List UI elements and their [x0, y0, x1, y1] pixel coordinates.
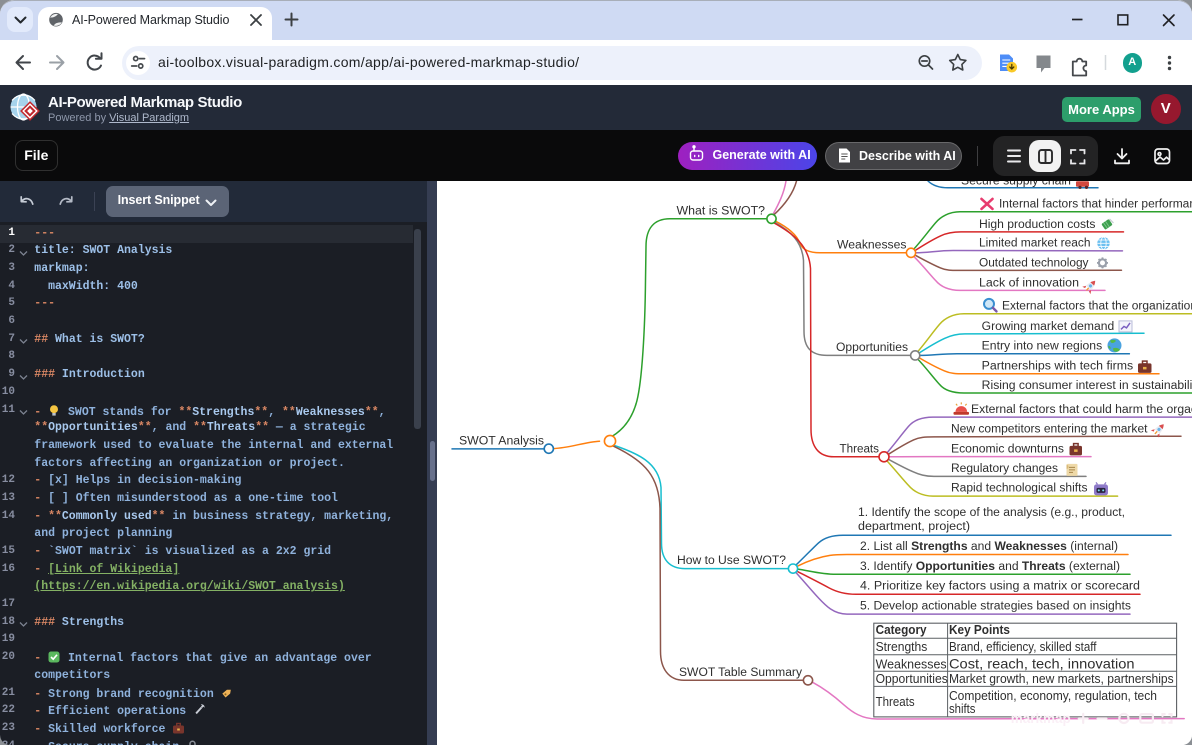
- svg-text:Secure supply chain: Secure supply chain: [961, 181, 1071, 187]
- svg-text:Competition, economy, regulati: Competition, economy, regulation, tech: [949, 688, 1157, 702]
- svg-text:3. Identify Opportunities and: 3. Identify Opportunities and Threats (e…: [860, 559, 1120, 573]
- svg-text:What is SWOT?: What is SWOT?: [677, 203, 766, 217]
- svg-text:Strengths: Strengths: [876, 639, 928, 653]
- svg-text:Key Points: Key Points: [949, 623, 1010, 637]
- svg-text:Opportunities: Opportunities: [836, 340, 908, 354]
- svg-text:SWOT Analysis: SWOT Analysis: [459, 433, 544, 447]
- svg-text:Threats: Threats: [876, 694, 915, 708]
- svg-text:1. Identify the scope of the a: 1. Identify the scope of the analysis (e…: [858, 505, 1125, 519]
- svg-text:shifts: shifts: [949, 702, 975, 716]
- svg-text:Economic downturns: Economic downturns: [951, 441, 1064, 455]
- svg-text:External factors that could ha: External factors that could harm the org…: [971, 402, 1192, 416]
- svg-text:Opportunities: Opportunities: [876, 671, 948, 685]
- svg-text:High production costs: High production costs: [979, 216, 1095, 230]
- svg-text:Partnerships with tech firms: Partnerships with tech firms: [982, 358, 1133, 372]
- svg-text:Category: Category: [876, 623, 927, 637]
- svg-text:Market growth, new markets, pa: Market growth, new markets, partnerships: [949, 671, 1174, 685]
- svg-text:Rapid technological shifts: Rapid technological shifts: [951, 480, 1087, 494]
- svg-text:5. Develop actionable strategi: 5. Develop actionable strategies based o…: [860, 598, 1131, 612]
- svg-text:Brand, efficiency, skilled sta: Brand, efficiency, skilled staff: [949, 639, 1097, 653]
- svg-text:Weaknesses: Weaknesses: [837, 237, 906, 251]
- svg-text:4. Prioritize key factors usin: 4. Prioritize key factors using a matrix…: [860, 578, 1140, 592]
- svg-text:Rising consumer interest in su: Rising consumer interest in sustainabili…: [982, 377, 1192, 391]
- svg-text:Weaknesses: Weaknesses: [876, 657, 947, 671]
- svg-text:Limited market reach: Limited market reach: [979, 235, 1090, 249]
- svg-text:department, project): department, project): [858, 519, 970, 533]
- svg-text:Lack of innovation: Lack of innovation: [979, 275, 1079, 289]
- svg-text:SWOT Table Summary: SWOT Table Summary: [679, 664, 803, 678]
- svg-text:External factors that the orga: External factors that the organization: [1002, 298, 1192, 312]
- svg-text:Cost, reach, tech, innovation: Cost, reach, tech, innovation: [949, 656, 1134, 672]
- svg-text:How to Use SWOT?: How to Use SWOT?: [677, 553, 786, 567]
- svg-text:Growing market demand: Growing market demand: [982, 318, 1114, 332]
- svg-text:Outdated technology: Outdated technology: [979, 255, 1089, 269]
- svg-text:Threats: Threats: [839, 441, 878, 455]
- svg-text:markmap: markmap: [1011, 711, 1071, 726]
- svg-text:2. List all Strengths and Weak: 2. List all Strengths and Weaknesses (in…: [860, 539, 1118, 553]
- svg-text:Internal factors that hinder p: Internal factors that hinder performanc: [999, 196, 1192, 210]
- svg-text:Entry into new regions: Entry into new regions: [982, 338, 1102, 352]
- svg-text:New competitors entering the m: New competitors entering the market: [951, 421, 1148, 435]
- svg-text:Regulatory changes: Regulatory changes: [951, 461, 1058, 475]
